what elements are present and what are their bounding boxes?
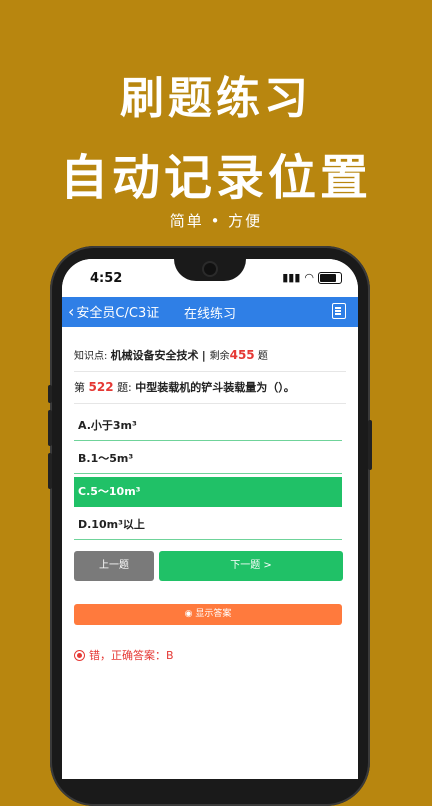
phone-volume-up (48, 410, 52, 446)
question-number: 522 (88, 380, 114, 394)
next-question-button[interactable]: 下一题 > (159, 551, 343, 581)
signal-icon: ▮▮▮ (282, 271, 301, 284)
option-a[interactable]: A.小于3m³ (74, 411, 342, 441)
question-text: 第 522 题: 中型装载机的铲斗装载量为（）。 (74, 379, 295, 395)
promo-headline-2: 自动记录位置 (59, 150, 372, 206)
question-prefix: 第 (74, 381, 85, 394)
question-body: 中型装载机的铲斗装载量为（）。 (135, 381, 295, 394)
phone-side-button (48, 385, 52, 403)
error-icon (74, 649, 85, 661)
page-title: 在线练习 (183, 307, 236, 322)
result-text: 错，正确答案：B (89, 649, 174, 662)
battery-icon (318, 271, 342, 284)
status-icons: ▮▮▮ ◠ (282, 271, 342, 284)
promo-subtitle: 简单 • 方便 (169, 212, 263, 230)
answer-result: 错，正确答案：B (74, 647, 174, 663)
option-b[interactable]: B.1～5m³ (74, 444, 342, 474)
show-answer-label: 显示答案 (195, 609, 232, 619)
option-c[interactable]: C.5～10m³ (74, 477, 342, 507)
list-icon[interactable] (332, 303, 346, 319)
question-suffix: 题: (117, 381, 132, 394)
wifi-icon: ◠ (304, 271, 314, 284)
remaining-label: 剩余 (209, 351, 230, 362)
knowledge-topic: 机械设备安全技术 (110, 349, 199, 362)
option-d[interactable]: D.10m³以上 (74, 510, 342, 540)
phone-power-button (368, 420, 372, 470)
status-time: 4:52 (90, 271, 123, 286)
nav-bar: ‹ 安全员C/C3证 在线练习 (62, 297, 358, 327)
remaining-count: 455 (229, 348, 255, 362)
phone-volume-down (48, 453, 52, 489)
phone-notch (174, 259, 246, 281)
phone-screen: 4:52 ▮▮▮ ◠ ‹ 安全员C/C3证 在线练习 知识点: 机械设备安全技术… (62, 259, 358, 779)
knowledge-label: 知识点: (74, 351, 108, 362)
knowledge-point: 知识点: 机械设备安全技术 | 剩余455 题 (74, 347, 268, 363)
divider (74, 403, 346, 404)
separator: | (201, 349, 210, 362)
eye-icon: ◉ (184, 609, 196, 619)
divider (74, 371, 346, 372)
camera-icon (204, 263, 216, 275)
show-answer-button[interactable]: ◉ 显示答案 (74, 604, 342, 625)
remaining-suffix: 题 (257, 351, 268, 362)
promo-headline: 刷题练习 (120, 73, 312, 124)
prev-question-button[interactable]: 上一题 (74, 551, 154, 581)
